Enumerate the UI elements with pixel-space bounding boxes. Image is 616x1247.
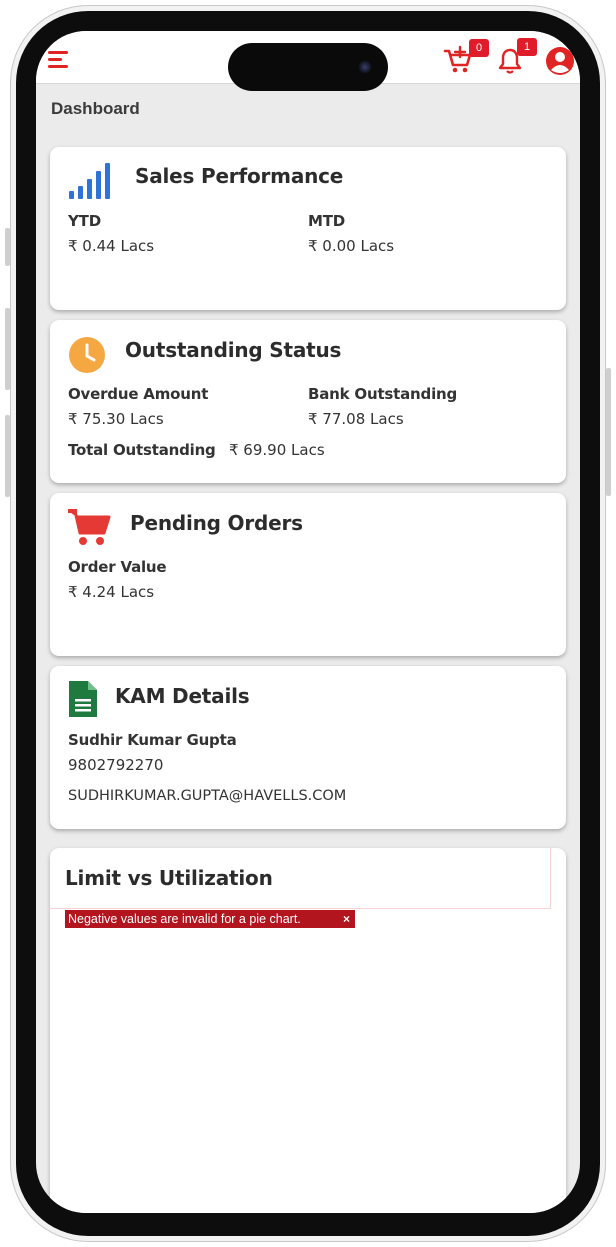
bank-outstanding-label: Bank Outstanding xyxy=(308,385,458,403)
clock-icon xyxy=(69,337,105,373)
overdue-label: Overdue Amount xyxy=(68,385,209,403)
overdue-value: ₹ 75.30 Lacs xyxy=(68,410,164,428)
ytd-value: ₹ 0.44 Lacs xyxy=(68,237,155,255)
cart-icon xyxy=(68,509,111,545)
kam-email[interactable]: SUDHIRKUMAR.GUPTA@HAVELLS.COM xyxy=(68,788,346,804)
notification-badge: 1 xyxy=(517,38,537,56)
menu-icon[interactable] xyxy=(48,51,70,69)
ytd-label: YTD xyxy=(68,212,101,230)
outstanding-status-card[interactable]: Outstanding Status Overdue Amount ₹ 75.3… xyxy=(50,320,566,483)
mtd-label: MTD xyxy=(308,212,346,230)
add-to-cart-button[interactable]: 0 xyxy=(443,39,489,79)
pending-orders-card[interactable]: Pending Orders Order Value ₹ 4.24 Lacs xyxy=(50,493,566,656)
kam-name: Sudhir Kumar Gupta xyxy=(68,731,237,749)
volume-up-button xyxy=(5,308,10,390)
app-screen: 0 1 Dashboard Sales Performance YTD ₹ 0.… xyxy=(36,31,580,1213)
limit-utilization-card: Limit vs Utilization Negative values are… xyxy=(50,848,566,1213)
action-button xyxy=(5,228,10,266)
cart-badge: 0 xyxy=(469,39,489,57)
chart-error-banner: Negative values are invalid for a pie ch… xyxy=(65,910,355,928)
user-icon xyxy=(546,47,574,75)
kam-details-card[interactable]: KAM Details Sudhir Kumar Gupta 980279227… xyxy=(50,666,566,829)
card-title: KAM Details xyxy=(115,684,250,708)
volume-down-button xyxy=(5,415,10,497)
mtd-value: ₹ 0.00 Lacs xyxy=(308,237,395,255)
notifications-button[interactable]: 1 xyxy=(497,38,537,79)
sales-performance-card[interactable]: Sales Performance YTD ₹ 0.44 Lacs MTD ₹ … xyxy=(50,147,566,310)
card-title: Outstanding Status xyxy=(125,338,342,362)
order-value-label: Order Value xyxy=(68,558,167,576)
close-icon[interactable]: × xyxy=(343,910,350,928)
profile-button[interactable] xyxy=(545,46,575,76)
kam-phone[interactable]: 9802792270 xyxy=(68,756,163,774)
card-title: Pending Orders xyxy=(130,511,303,535)
error-message: Negative values are invalid for a pie ch… xyxy=(68,912,301,926)
bank-outstanding-value: ₹ 77.08 Lacs xyxy=(308,410,404,428)
card-title: Limit vs Utilization xyxy=(65,866,273,890)
document-icon xyxy=(69,681,97,717)
total-outstanding-value: ₹ 69.90 Lacs xyxy=(229,441,325,459)
total-outstanding-label: Total Outstanding xyxy=(68,441,216,459)
card-title: Sales Performance xyxy=(135,164,344,188)
dynamic-island xyxy=(228,43,388,91)
power-button xyxy=(606,368,611,496)
signal-bars-icon xyxy=(69,163,110,199)
page-title: Dashboard xyxy=(51,99,140,118)
order-value: ₹ 4.24 Lacs xyxy=(68,583,155,601)
